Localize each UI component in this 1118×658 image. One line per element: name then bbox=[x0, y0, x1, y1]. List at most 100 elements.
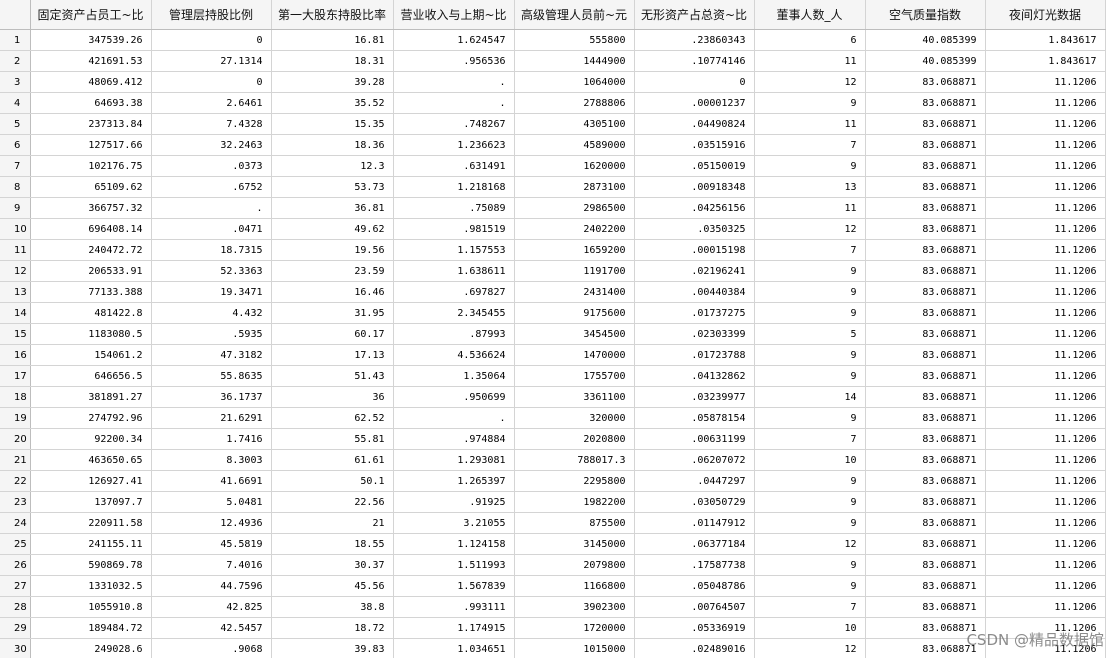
column-header[interactable]: 高级管理人员前~元 bbox=[514, 0, 635, 30]
row-number[interactable]: 5 bbox=[0, 113, 31, 135]
data-cell[interactable]: 42.5457 bbox=[151, 617, 272, 639]
data-cell[interactable]: .04490824 bbox=[634, 113, 755, 135]
data-cell[interactable]: 154061.2 bbox=[30, 344, 152, 366]
data-cell[interactable]: 9 bbox=[754, 470, 866, 492]
data-cell[interactable]: 83.068871 bbox=[865, 386, 986, 408]
data-cell[interactable]: 555800 bbox=[514, 29, 635, 51]
data-cell[interactable]: 32.2463 bbox=[151, 134, 272, 156]
data-cell[interactable]: 18.55 bbox=[271, 533, 394, 555]
table-row[interactable]: 3 48069.412 0 39.28. 1064000 0 12 83.068871 11.1… bbox=[0, 71, 1106, 93]
data-cell[interactable]: 16.81 bbox=[271, 29, 394, 51]
data-cell[interactable]: 9 bbox=[754, 365, 866, 387]
data-cell[interactable]: .00001237 bbox=[634, 92, 755, 114]
data-cell[interactable]: .75089 bbox=[393, 197, 515, 219]
data-cell[interactable]: .91925 bbox=[393, 491, 515, 513]
data-cell[interactable]: 9 bbox=[754, 281, 866, 303]
data-cell[interactable]: 1.843617 bbox=[985, 29, 1106, 51]
table-row[interactable]: 10 696408.14.0471 49.62.981519 2402200.0350… bbox=[0, 218, 1106, 240]
data-cell[interactable]: 64693.38 bbox=[30, 92, 152, 114]
data-cell[interactable]: 44.7596 bbox=[151, 575, 272, 597]
data-cell[interactable]: 646656.5 bbox=[30, 365, 152, 387]
data-cell[interactable]: .0471 bbox=[151, 218, 272, 240]
data-cell[interactable]: 11.1206 bbox=[985, 428, 1106, 450]
data-cell[interactable]: 12.4936 bbox=[151, 512, 272, 534]
column-header[interactable]: 夜间灯光数据 bbox=[985, 0, 1106, 30]
data-cell[interactable]: 1444900 bbox=[514, 50, 635, 72]
data-cell[interactable]: 249028.6 bbox=[30, 638, 152, 658]
table-row[interactable]: 9 366757.32. 36.81.75089 2986500.04256156 11… bbox=[0, 197, 1106, 219]
data-cell[interactable]: 11.1206 bbox=[985, 638, 1106, 658]
data-cell[interactable]: .974884 bbox=[393, 428, 515, 450]
row-number[interactable]: 24 bbox=[0, 512, 31, 534]
data-cell[interactable]: 1055910.8 bbox=[30, 596, 152, 618]
row-number[interactable]: 18 bbox=[0, 386, 31, 408]
data-cell[interactable]: 45.5819 bbox=[151, 533, 272, 555]
data-cell[interactable]: 421691.53 bbox=[30, 50, 152, 72]
data-cell[interactable]: 11.1206 bbox=[985, 575, 1106, 597]
data-cell[interactable]: 7.4328 bbox=[151, 113, 272, 135]
table-row[interactable]: 12 206533.91 52.3363 23.59 1.638611 1191700.0… bbox=[0, 260, 1106, 282]
data-cell[interactable]: 18.72 bbox=[271, 617, 394, 639]
data-cell[interactable]: .10774146 bbox=[634, 50, 755, 72]
data-cell[interactable]: .05048786 bbox=[634, 575, 755, 597]
data-cell[interactable]: 18.36 bbox=[271, 134, 394, 156]
data-cell[interactable]: 83.068871 bbox=[865, 239, 986, 261]
data-cell[interactable]: 41.6691 bbox=[151, 470, 272, 492]
row-number[interactable]: 9 bbox=[0, 197, 31, 219]
table-row[interactable]: 4 64693.38 2.6461 35.52. 2788806.00001237 9 83… bbox=[0, 92, 1106, 114]
data-cell[interactable]: 11 bbox=[754, 113, 866, 135]
data-cell[interactable]: 83.068871 bbox=[865, 533, 986, 555]
data-cell[interactable]: .5935 bbox=[151, 323, 272, 345]
data-cell[interactable]: 1.265397 bbox=[393, 470, 515, 492]
row-number[interactable]: 21 bbox=[0, 449, 31, 471]
data-cell[interactable]: 10 bbox=[754, 617, 866, 639]
data-cell[interactable]: 83.068871 bbox=[865, 281, 986, 303]
data-cell[interactable]: 11.1206 bbox=[985, 260, 1106, 282]
data-cell[interactable]: .01737275 bbox=[634, 302, 755, 324]
data-cell[interactable]: 1.174915 bbox=[393, 617, 515, 639]
data-cell[interactable]: 35.52 bbox=[271, 92, 394, 114]
data-cell[interactable]: 19.3471 bbox=[151, 281, 272, 303]
data-cell[interactable]: 83.068871 bbox=[865, 92, 986, 114]
data-cell[interactable]: 1.7416 bbox=[151, 428, 272, 450]
data-cell[interactable]: 48069.412 bbox=[30, 71, 152, 93]
data-cell[interactable]: 7 bbox=[754, 596, 866, 618]
data-cell[interactable]: 7 bbox=[754, 239, 866, 261]
row-number[interactable]: 11 bbox=[0, 239, 31, 261]
data-cell[interactable]: 11.1206 bbox=[985, 533, 1106, 555]
data-cell[interactable]: 83.068871 bbox=[865, 512, 986, 534]
table-row[interactable]: 15 1183080.5.5935 60.17.87993 3454500.02303… bbox=[0, 323, 1106, 345]
data-cell[interactable]: .01723788 bbox=[634, 344, 755, 366]
data-cell[interactable]: 381891.27 bbox=[30, 386, 152, 408]
data-cell[interactable]: 65109.62 bbox=[30, 176, 152, 198]
data-cell[interactable]: 481422.8 bbox=[30, 302, 152, 324]
data-cell[interactable]: 55.81 bbox=[271, 428, 394, 450]
data-cell[interactable]: 5 bbox=[754, 323, 866, 345]
data-cell[interactable]: .03515916 bbox=[634, 134, 755, 156]
data-cell[interactable]: .00764507 bbox=[634, 596, 755, 618]
table-row[interactable]: 6 127517.66 32.2463 18.36 1.236623 4589000.03… bbox=[0, 134, 1106, 156]
data-cell[interactable]: 83.068871 bbox=[865, 470, 986, 492]
data-cell[interactable]: 11 bbox=[754, 197, 866, 219]
data-cell[interactable]: 7.4016 bbox=[151, 554, 272, 576]
data-cell[interactable]: 11.1206 bbox=[985, 449, 1106, 471]
data-cell[interactable]: 42.825 bbox=[151, 596, 272, 618]
data-cell[interactable]: 1.35064 bbox=[393, 365, 515, 387]
data-cell[interactable]: 13 bbox=[754, 176, 866, 198]
data-cell[interactable]: 83.068871 bbox=[865, 554, 986, 576]
data-cell[interactable]: 788017.3 bbox=[514, 449, 635, 471]
table-row[interactable]: 13 77133.388 19.3471 16.46.697827 2431400.00… bbox=[0, 281, 1106, 303]
data-cell[interactable]: 11.1206 bbox=[985, 92, 1106, 114]
data-cell[interactable]: 49.62 bbox=[271, 218, 394, 240]
data-cell[interactable]: 220911.58 bbox=[30, 512, 152, 534]
data-cell[interactable]: .02303399 bbox=[634, 323, 755, 345]
data-cell[interactable]: 11.1206 bbox=[985, 491, 1106, 513]
row-number[interactable]: 6 bbox=[0, 134, 31, 156]
data-cell[interactable]: .00918348 bbox=[634, 176, 755, 198]
row-number[interactable]: 22 bbox=[0, 470, 31, 492]
data-cell[interactable]: 1659200 bbox=[514, 239, 635, 261]
data-cell[interactable]: 9 bbox=[754, 344, 866, 366]
data-cell[interactable]: 11.1206 bbox=[985, 71, 1106, 93]
data-cell[interactable]: 83.068871 bbox=[865, 197, 986, 219]
data-cell[interactable]: 0 bbox=[151, 29, 272, 51]
